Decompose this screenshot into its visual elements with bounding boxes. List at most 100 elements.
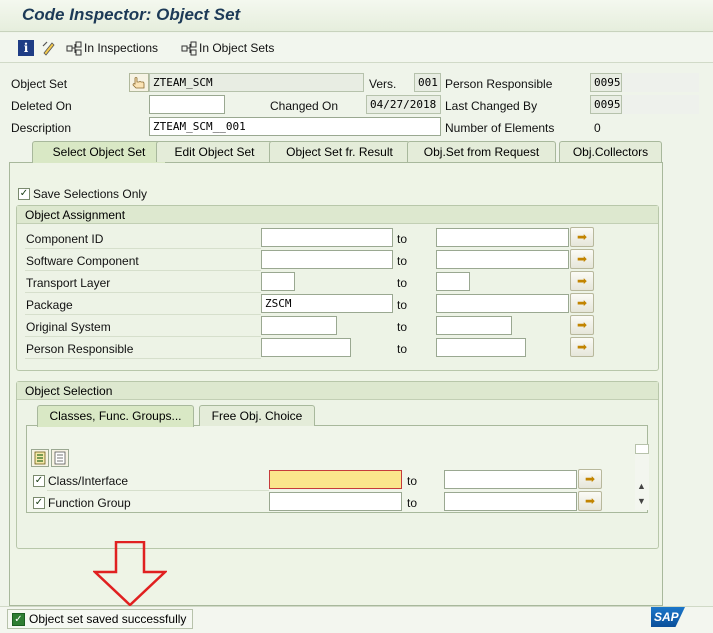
last-changed-by-field[interactable]: 0095 [590,95,622,114]
number-of-elements-value: 0 [594,121,601,135]
tab-select-object-set[interactable]: Select Object Set [32,141,166,163]
software-component-label: Software Component [26,254,139,268]
to-label: to [397,298,408,312]
transport-layer-from-field[interactable] [261,272,295,291]
to-label: to [397,232,408,246]
description-field[interactable]: ZTEAM_SCM__001 [149,117,441,136]
software-component-to-field[interactable] [436,250,569,269]
success-check-icon: ✓ [12,612,25,626]
to-label: to [397,254,408,268]
tab-label: Obj.Collectors [572,145,649,159]
object-selection-group: Object Selection ✓ Class/Interface to ✓ … [16,381,659,549]
to-label: to [407,496,418,510]
tab-obj-set-from-request[interactable]: Obj.Set from Request [407,141,556,162]
tab-object-set-from-result[interactable]: Object Set fr. Result [269,141,410,162]
subtab-free-obj-choice[interactable]: Free Obj. Choice [199,405,315,426]
save-selections-only-checkbox[interactable]: ✓ [18,188,30,200]
where-used-icon [181,41,197,56]
to-label: to [397,276,408,290]
subtab-label: Classes, Func. Groups... [49,409,182,423]
object-set-field[interactable]: ZTEAM_SCM [149,73,364,92]
person-responsible-name-field [622,73,699,92]
deleted-on-label: Deleted On [11,99,72,113]
function-group-checkbox[interactable]: ✓ [33,497,45,509]
select-all-icon [34,451,46,465]
transport-layer-to-field[interactable] [436,272,470,291]
multiple-selection-button[interactable] [570,337,594,357]
in-inspections-button[interactable]: In Inspections [66,39,158,57]
status-text: Object set saved successfully [29,612,187,626]
subtab-label: Free Obj. Choice [211,409,303,423]
changed-on-label: Changed On [270,99,339,113]
info-button[interactable]: i [18,39,36,57]
status-bar: ✓ Object set saved successfully [0,606,713,633]
tab-label: Object Set fr. Result [286,145,393,159]
multiple-selection-button[interactable] [570,227,594,247]
component-id-to-field[interactable] [436,228,569,247]
original-system-label: Original System [26,320,111,334]
info-icon: i [18,40,34,56]
scroll-thumb[interactable] [635,444,649,454]
function-group-label: Function Group [48,496,131,510]
software-component-from-field[interactable] [261,250,393,269]
function-group-from-field[interactable] [269,492,402,511]
scroll-up-icon[interactable]: ▲ [637,481,646,491]
tab-label: Obj.Set from Request [423,145,540,159]
to-label: to [407,474,418,488]
annotation-arrow-icon [93,541,167,607]
subtab-content-classes: ✓ Class/Interface to ✓ Function Group to [26,425,648,513]
person-responsible-field[interactable]: 0095 [590,73,622,92]
function-group-to-field[interactable] [444,492,577,511]
original-system-from-field[interactable] [261,316,337,335]
multiple-selection-button[interactable] [570,249,594,269]
select-all-button[interactable] [31,449,49,467]
display-change-button[interactable] [129,73,149,92]
hand-pointer-icon [132,77,145,89]
description-label: Description [11,121,72,135]
to-label: to [397,342,408,356]
package-to-field[interactable] [436,294,569,313]
edit-button[interactable] [41,39,59,57]
vers-label: Vers. [369,77,397,91]
object-assignment-group: Object Assignment Component ID to Softwa… [16,205,659,371]
number-of-elements-label: Number of Elements [445,121,555,135]
title-bar: Code Inspector: Object Set [0,0,713,32]
multiple-selection-button[interactable] [570,315,594,335]
page-title: Code Inspector: Object Set [22,5,241,24]
in-inspections-label: In Inspections [84,41,159,55]
pencil-icon [42,41,55,56]
class-interface-from-field[interactable] [269,470,402,489]
person-responsible-label: Person Responsible [445,77,553,91]
tab-label: Select Object Set [52,145,146,159]
scroll-down-icon[interactable]: ▼ [637,496,646,506]
tab-obj-collectors[interactable]: Obj.Collectors [559,141,662,162]
changed-on-field[interactable]: 04/27/2018 [366,95,441,114]
original-system-to-field[interactable] [436,316,512,335]
tab-edit-object-set[interactable]: Edit Object Set [156,141,273,162]
deselect-all-button[interactable] [51,449,69,467]
deselect-all-icon [54,451,66,465]
multiple-selection-button[interactable] [578,491,602,511]
vertical-scrollbar[interactable]: ▲ ▼ [635,444,649,510]
component-id-from-field[interactable] [261,228,393,247]
package-from-field[interactable]: ZSCM [261,294,393,313]
to-label: to [397,320,408,334]
deleted-on-field[interactable] [149,95,225,114]
status-message[interactable]: ✓ Object set saved successfully [7,609,193,629]
package-label: Package [26,298,73,312]
version-field[interactable]: 001 [414,73,441,92]
person-responsible-from-field[interactable] [261,338,351,357]
multiple-selection-button[interactable] [578,469,602,489]
class-interface-to-field[interactable] [444,470,577,489]
subtab-classes-func-groups[interactable]: Classes, Func. Groups... [37,405,194,427]
in-object-sets-button[interactable]: In Object Sets [181,39,274,57]
person-responsible-sel-label: Person Responsible [26,342,134,356]
last-changed-by-label: Last Changed By [445,99,538,113]
class-interface-checkbox[interactable]: ✓ [33,475,45,487]
multiple-selection-button[interactable] [570,271,594,291]
multiple-selection-button[interactable] [570,293,594,313]
tab-label: Edit Object Set [174,145,255,159]
person-responsible-to-field[interactable] [436,338,526,357]
last-changed-by-name-field [622,95,699,114]
transport-layer-label: Transport Layer [26,276,111,290]
